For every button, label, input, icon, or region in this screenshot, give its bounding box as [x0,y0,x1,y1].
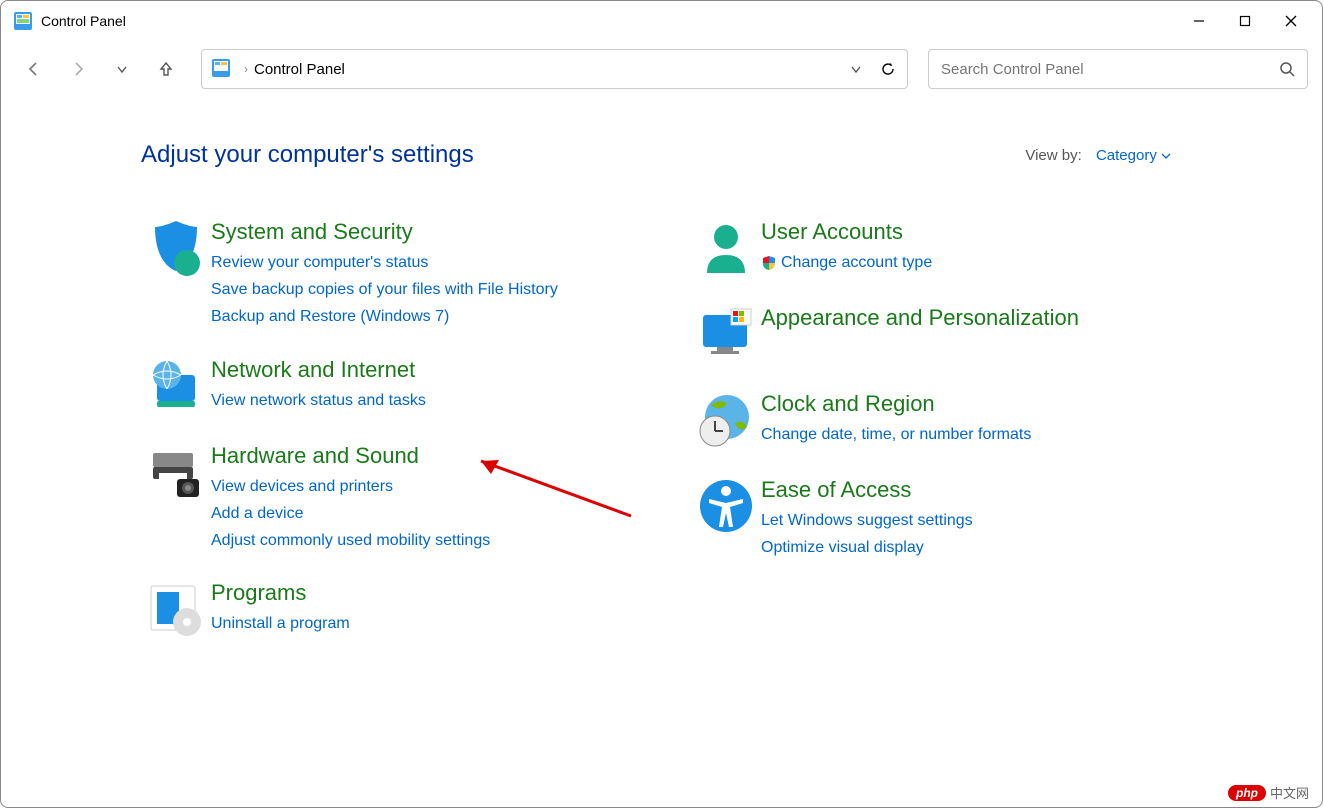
search-icon[interactable] [1279,61,1295,77]
page-heading: Adjust your computer's settings [141,141,474,169]
category-title-appearance[interactable]: Appearance and Personalization [761,305,1079,331]
view-by-control: View by: Category [1025,147,1171,164]
network-globe-icon [141,357,211,417]
link-review-status[interactable]: Review your computer's status [211,249,558,276]
search-input[interactable] [941,61,1279,78]
accessibility-icon [691,477,761,537]
link-network-status[interactable]: View network status and tasks [211,387,426,414]
category-hardware-sound: Hardware and Sound View devices and prin… [141,443,651,555]
forward-button[interactable] [59,50,97,88]
address-bar[interactable]: › Control Panel [201,49,908,89]
window-title: Control Panel [41,13,1176,29]
maximize-button[interactable] [1222,5,1268,37]
watermark-brand: php [1228,785,1266,801]
breadcrumb-separator-icon[interactable]: › [244,62,248,76]
clock-globe-icon [691,391,761,451]
category-title-clock-region[interactable]: Clock and Region [761,391,1031,417]
minimize-button[interactable] [1176,5,1222,37]
programs-disc-icon [141,580,211,640]
category-title-system-security[interactable]: System and Security [211,219,558,245]
category-user-accounts: User Accounts Change account type [691,219,1201,279]
address-dropdown-button[interactable] [849,62,863,76]
watermark-text: 中文网 [1270,783,1309,802]
category-title-programs[interactable]: Programs [211,580,350,606]
left-column: System and Security Review your computer… [141,219,651,666]
monitor-personalization-icon [691,305,761,365]
link-add-device[interactable]: Add a device [211,500,490,527]
titlebar: Control Panel [1,1,1322,41]
content-area: Adjust your computer's settings View by:… [1,101,1322,807]
control-panel-icon [13,11,33,31]
close-button[interactable] [1268,5,1314,37]
printer-camera-icon [141,443,211,503]
view-by-label: View by: [1025,147,1081,164]
category-programs: Programs Uninstall a program [141,580,651,640]
shield-security-icon [141,219,211,279]
link-backup-restore[interactable]: Backup and Restore (Windows 7) [211,303,558,330]
link-file-history[interactable]: Save backup copies of your files with Fi… [211,276,558,303]
link-change-account-type[interactable]: Change account type [761,249,932,276]
refresh-button[interactable] [879,60,897,78]
category-title-hardware-sound[interactable]: Hardware and Sound [211,443,490,469]
recent-locations-button[interactable] [103,50,141,88]
category-ease-of-access: Ease of Access Let Windows suggest setti… [691,477,1201,561]
right-column: User Accounts Change account type Appear [691,219,1201,666]
category-title-ease-of-access[interactable]: Ease of Access [761,477,973,503]
link-mobility-settings[interactable]: Adjust commonly used mobility settings [211,527,490,554]
toolbar: › Control Panel [1,41,1322,101]
user-icon [691,219,761,279]
link-optimize-display[interactable]: Optimize visual display [761,534,973,561]
category-clock-region: Clock and Region Change date, time, or n… [691,391,1201,451]
category-system-security: System and Security Review your computer… [141,219,651,331]
watermark: php 中文网 [1228,783,1309,802]
category-title-user-accounts[interactable]: User Accounts [761,219,932,245]
control-panel-small-icon [212,59,232,79]
search-bar[interactable] [928,49,1308,89]
view-by-dropdown[interactable]: Category [1096,147,1171,164]
link-suggest-settings[interactable]: Let Windows suggest settings [761,507,973,534]
link-devices-printers[interactable]: View devices and printers [211,473,490,500]
breadcrumb-location[interactable]: Control Panel [254,61,839,78]
category-appearance-personalization: Appearance and Personalization [691,305,1201,365]
back-button[interactable] [15,50,53,88]
category-network-internet: Network and Internet View network status… [141,357,651,417]
up-button[interactable] [147,50,185,88]
category-title-network-internet[interactable]: Network and Internet [211,357,426,383]
uac-shield-icon [761,255,777,271]
control-panel-window: Control Panel › Control Panel Adjust yo [0,0,1323,808]
link-change-date-time[interactable]: Change date, time, or number formats [761,421,1031,448]
link-uninstall-program[interactable]: Uninstall a program [211,610,350,637]
